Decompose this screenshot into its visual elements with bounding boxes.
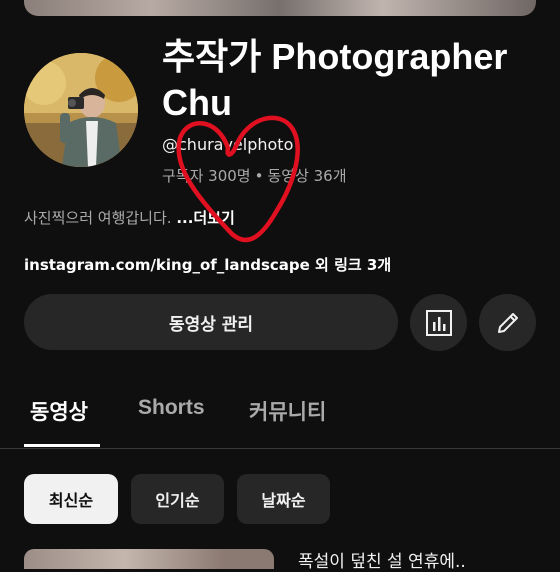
pencil-icon <box>497 312 518 333</box>
edit-button[interactable] <box>479 294 536 351</box>
video-thumbnail[interactable] <box>24 549 274 569</box>
chip-popular[interactable]: 인기순 <box>131 474 224 524</box>
channel-handle: @churavelphoto <box>162 135 294 154</box>
chip-oldest[interactable]: 날짜순 <box>237 474 330 524</box>
tab-videos[interactable]: 동영상 <box>30 390 88 448</box>
channel-description[interactable]: 사진찍으러 여행갑니다. ...더보기 <box>24 207 235 228</box>
channel-banner[interactable] <box>24 0 536 16</box>
channel-tabs: 동영상 Shorts 커뮤니티 <box>0 390 560 448</box>
tab-shorts[interactable]: Shorts <box>138 390 205 448</box>
stats-separator: • <box>254 167 264 185</box>
analytics-icon <box>425 309 452 336</box>
channel-name: 추작가 Photographer Chu <box>162 36 508 123</box>
tabs-divider <box>0 448 560 449</box>
analytics-button[interactable] <box>410 294 467 351</box>
manage-videos-button[interactable]: 동영상 관리 <box>24 294 398 350</box>
channel-stats: 구독자 300명 • 동영상 36개 <box>162 165 347 186</box>
avatar-photo <box>24 53 138 167</box>
description-text: 사진찍으러 여행갑니다. <box>24 209 172 227</box>
more-link[interactable]: ...더보기 <box>176 209 235 227</box>
chip-latest[interactable]: 최신순 <box>24 474 118 524</box>
active-tab-indicator <box>24 444 100 447</box>
video-count: 동영상 36개 <box>267 167 347 185</box>
channel-avatar[interactable] <box>24 53 138 167</box>
tab-community[interactable]: 커뮤니티 <box>249 390 326 448</box>
channel-links[interactable]: instagram.com/king_of_landscape 외 링크 3개 <box>24 254 391 275</box>
subscriber-count: 구독자 300명 <box>162 167 251 185</box>
